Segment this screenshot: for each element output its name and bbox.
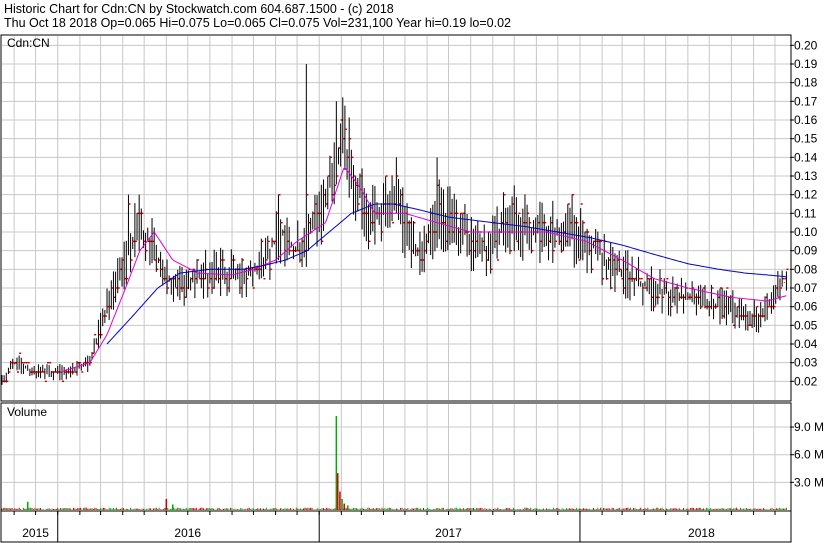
price-tick-label: 0.08 — [794, 262, 818, 276]
year-label: 2016 — [174, 526, 201, 540]
stock-chart: Historic Chart for Cdn:CN by Stockwatch.… — [0, 0, 830, 543]
chart-header-quote: Thu Oct 18 2018 Op=0.065 Hi=0.075 Lo=0.0… — [4, 16, 511, 30]
symbol-label: Cdn:CN — [7, 36, 50, 50]
volume-tick-label: 6.0 M — [794, 448, 824, 462]
price-tick-label: 0.14 — [794, 150, 818, 164]
price-tick-label: 0.04 — [794, 337, 818, 351]
price-tick-label: 0.12 — [794, 188, 818, 202]
price-tick-label: 0.17 — [794, 94, 818, 108]
price-tick-label: 0.20 — [794, 38, 818, 52]
price-tick-label: 0.09 — [794, 244, 818, 258]
price-tick-label: 0.18 — [794, 76, 818, 90]
price-tick-label: 0.05 — [794, 318, 818, 332]
price-tick-label: 0.02 — [794, 374, 818, 388]
year-label: 2017 — [435, 526, 462, 540]
year-label: 2018 — [688, 526, 715, 540]
volume-axis-ticks: 9.0 M 6.0 M 3.0 M — [790, 420, 824, 489]
price-tick-label: 0.07 — [794, 281, 818, 295]
price-tick-label: 0.11 — [794, 206, 817, 220]
price-tick-label: 0.15 — [794, 132, 818, 146]
year-label: 2015 — [22, 526, 49, 540]
volume-tick-label: 3.0 M — [794, 475, 824, 489]
chart-header-title: Historic Chart for Cdn:CN by Stockwatch.… — [4, 2, 394, 16]
price-tick-label: 0.13 — [794, 169, 818, 183]
volume-panel-label: Volume — [7, 405, 47, 419]
price-tick-label: 0.06 — [794, 300, 818, 314]
price-tick-label: 0.16 — [794, 113, 818, 127]
volume-tick-label: 9.0 M — [794, 420, 824, 434]
price-tick-label: 0.19 — [794, 57, 818, 71]
price-tick-label: 0.03 — [794, 356, 818, 370]
price-tick-label: 0.10 — [794, 225, 818, 239]
